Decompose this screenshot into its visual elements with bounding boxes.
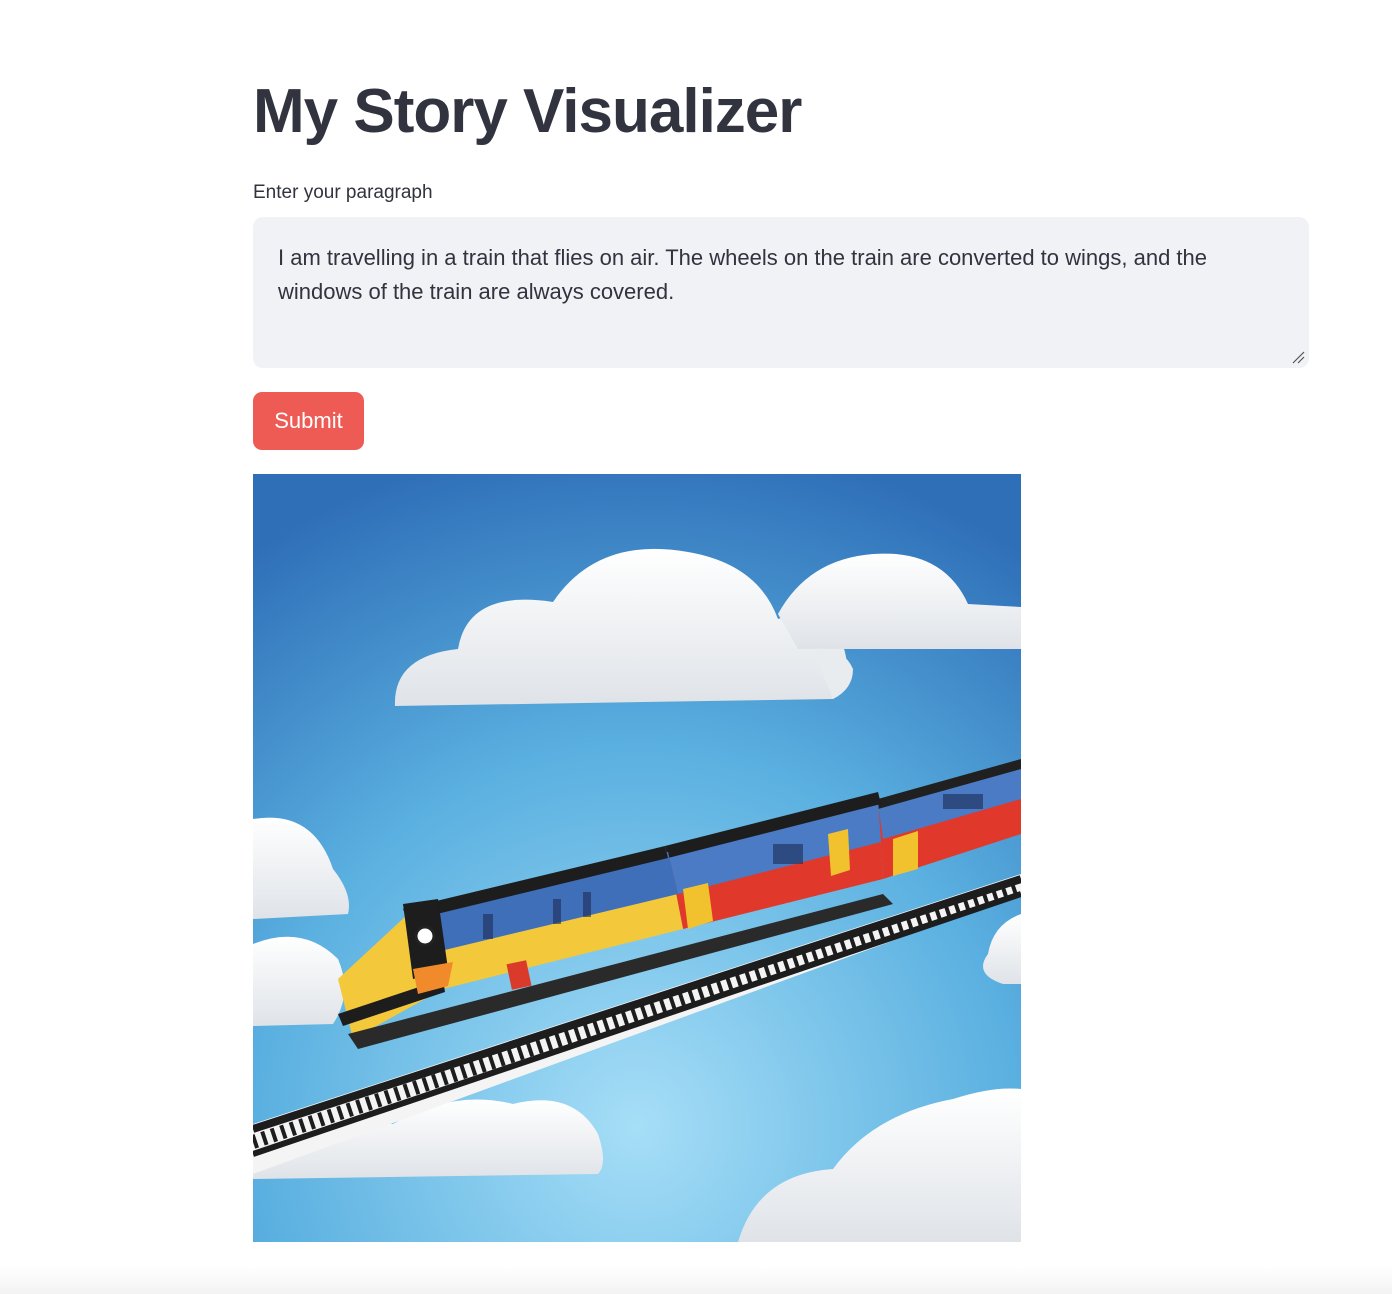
- app-page: My Story Visualizer Enter your paragraph…: [0, 0, 1392, 1294]
- paragraph-label: Enter your paragraph: [253, 182, 433, 203]
- paragraph-textarea[interactable]: I am travelling in a train that flies on…: [253, 217, 1309, 368]
- resize-handle-icon[interactable]: [1291, 350, 1305, 364]
- bottom-fade: [0, 1266, 1392, 1294]
- generated-image: [253, 474, 1021, 1242]
- page-title: My Story Visualizer: [253, 77, 802, 146]
- paragraph-text[interactable]: I am travelling in a train that flies on…: [278, 241, 1268, 309]
- train-in-sky-illustration: [253, 474, 1021, 1242]
- submit-button[interactable]: Submit: [253, 392, 364, 450]
